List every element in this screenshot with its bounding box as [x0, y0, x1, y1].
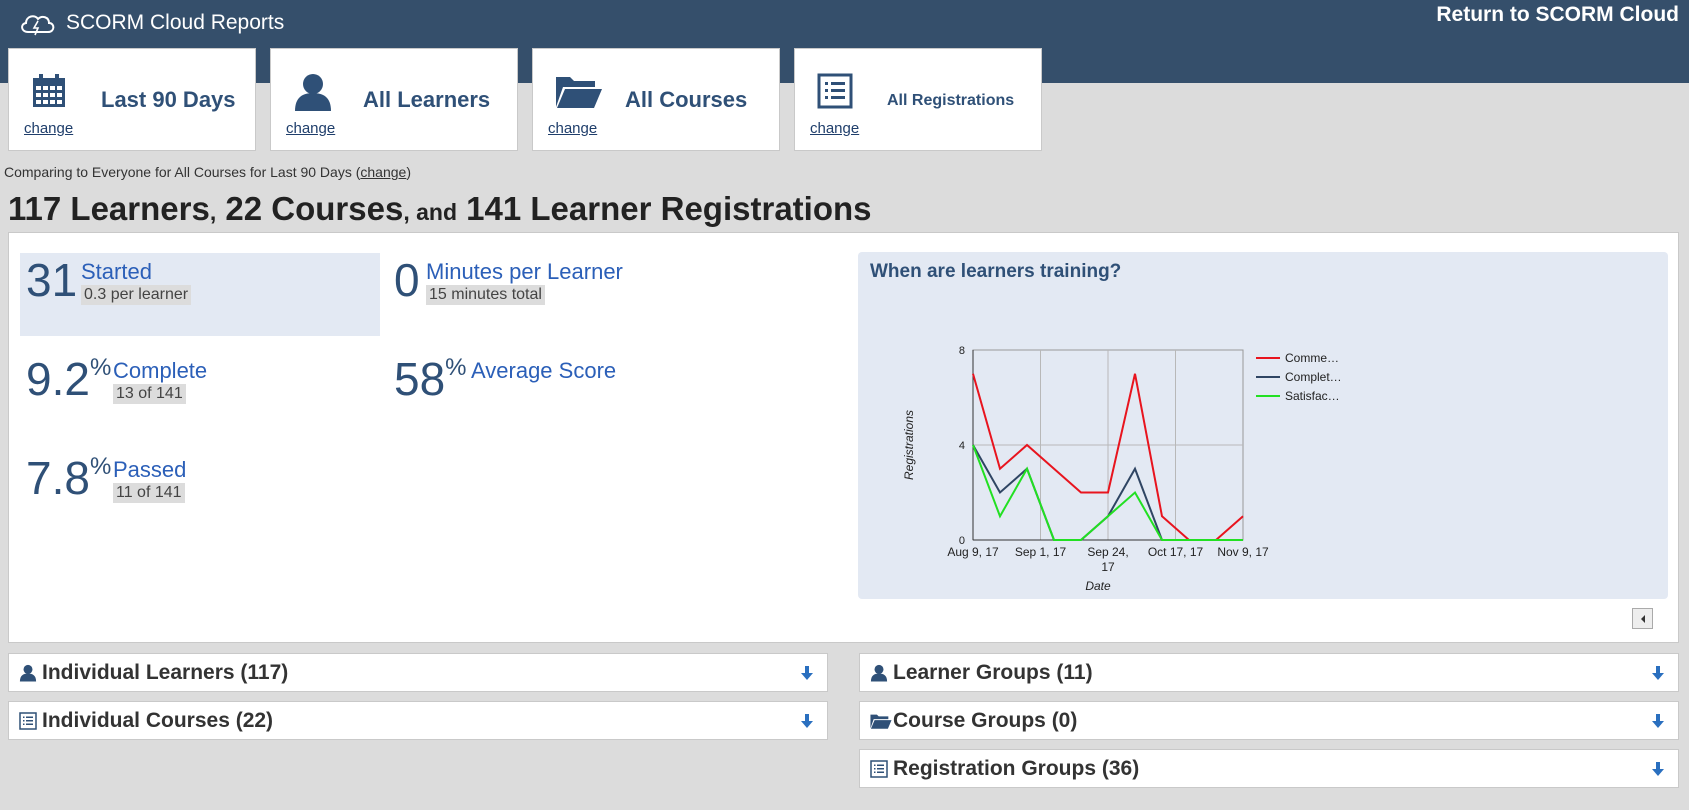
- section-course-groups[interactable]: Course Groups (0): [859, 701, 1679, 740]
- change-comparison-link[interactable]: change: [360, 164, 406, 180]
- filter-card-registrations[interactable]: All Registrations change: [794, 48, 1042, 151]
- stat-started-label: Started: [81, 259, 152, 284]
- stat-score-value: 58%: [394, 353, 467, 405]
- stat-complete-value: 9.2%: [26, 353, 112, 405]
- legend-label: Comme…: [1285, 351, 1339, 365]
- stat-average-score[interactable]: 58% Average Score: [388, 352, 788, 435]
- headline-learners: 117 Learners: [8, 190, 210, 227]
- stat-started[interactable]: 31 Started 0.3 per learner: [20, 253, 380, 336]
- section-title: Registration Groups (36): [893, 757, 1140, 780]
- x-tick-label: 17: [1101, 560, 1115, 574]
- cloud-logo-icon: [21, 15, 55, 36]
- filter-label-courses: All Courses: [625, 87, 748, 112]
- filter-label-date: Last 90 Days: [101, 87, 236, 112]
- x-tick-label: Aug 9, 17: [947, 545, 999, 559]
- calendar-icon: [33, 74, 65, 107]
- section-title: Course Groups (0): [893, 709, 1078, 732]
- x-tick-label: Oct 17, 17: [1148, 545, 1204, 559]
- filter-label-learners: All Learners: [363, 87, 491, 112]
- x-tick-label: Sep 24,: [1087, 545, 1128, 559]
- expand-arrow-icon[interactable]: [1650, 761, 1666, 777]
- section-individual-courses[interactable]: Individual Courses (22): [8, 701, 828, 740]
- stat-started-sub: 0.3 per learner: [81, 285, 192, 305]
- expand-arrow-icon[interactable]: [1650, 665, 1666, 681]
- list-icon: [817, 73, 853, 109]
- list-icon: [870, 760, 888, 778]
- person-icon: [19, 664, 37, 682]
- stat-passed-label: Passed: [113, 457, 187, 482]
- filter-label-registrations: All Registrations: [887, 92, 1015, 109]
- comparison-text: Comparing to Everyone for All Courses fo…: [4, 164, 411, 180]
- list-icon: [19, 712, 37, 730]
- section-individual-learners[interactable]: Individual Learners (117): [8, 653, 828, 692]
- stat-passed-sub: 11 of 141: [113, 483, 185, 503]
- stats-panel: 31 Started 0.3 per learner 0 Minutes per…: [8, 232, 1679, 643]
- caret-left-icon: [1641, 615, 1645, 623]
- section-learner-groups[interactable]: Learner Groups (11): [859, 653, 1679, 692]
- stat-passed-value: 7.8%: [26, 452, 112, 504]
- section-title: Learner Groups (11): [893, 661, 1093, 684]
- stat-minutes-label: Minutes per Learner: [426, 259, 623, 284]
- stat-passed[interactable]: 7.8% Passed 11 of 141: [20, 451, 380, 534]
- app-title: SCORM Cloud Reports: [66, 11, 285, 34]
- filter-card-courses[interactable]: All Courses change: [532, 48, 780, 151]
- headline-courses: 22 Courses: [225, 190, 404, 227]
- expand-arrow-icon[interactable]: [799, 713, 815, 729]
- stat-complete-sub: 13 of 141: [113, 384, 186, 404]
- brand[interactable]: SCORM Cloud Reports: [18, 8, 284, 38]
- collapse-chart-button[interactable]: [1632, 608, 1653, 629]
- change-courses-link[interactable]: change: [548, 120, 597, 137]
- change-registrations-link[interactable]: change: [810, 120, 859, 137]
- section-title: Individual Courses (22): [42, 709, 274, 732]
- change-date-link[interactable]: change: [24, 120, 73, 137]
- person-icon: [295, 74, 331, 111]
- stat-complete[interactable]: 9.2% Complete 13 of 141: [20, 352, 380, 435]
- filter-card-date[interactable]: Last 90 Days change: [8, 48, 256, 151]
- stat-score-label: Average Score: [471, 358, 617, 383]
- summary-headline: 117 Learners, 22 Courses, and 141 Learne…: [8, 190, 872, 227]
- return-to-scorm-cloud-link[interactable]: Return to SCORM Cloud: [1436, 3, 1679, 27]
- y-axis-title: Registrations: [902, 410, 916, 480]
- folder-icon: [556, 77, 602, 108]
- y-tick-label: 4: [959, 440, 965, 452]
- section-registration-groups[interactable]: Registration Groups (36): [859, 749, 1679, 788]
- stat-minutes-sub: 15 minutes total: [426, 285, 545, 305]
- expand-arrow-icon[interactable]: [1650, 713, 1666, 729]
- training-chart-box: When are learners training? 0 4 8 Aug 9, 17…: [858, 252, 1668, 599]
- y-tick-label: 8: [959, 345, 965, 357]
- stat-minutes-value: 0: [394, 254, 420, 306]
- stat-started-value: 31: [26, 254, 78, 306]
- stat-complete-label: Complete: [113, 358, 208, 383]
- training-line-chart: 048Aug 9, 17 Sep 1, 17 Sep 24,17Oct 17, 17…: [902, 345, 1342, 593]
- legend-label: Satisfac…: [1285, 389, 1340, 403]
- headline-registrations: 141 Learner Registrations: [466, 190, 872, 227]
- filter-card-learners[interactable]: All Learners change: [270, 48, 518, 151]
- section-title: Individual Learners (117): [42, 661, 289, 684]
- x-tick-label: Nov 9, 17: [1217, 545, 1269, 559]
- x-tick-label: Sep 1, 17: [1015, 545, 1067, 559]
- person-icon: [870, 664, 888, 682]
- expand-arrow-icon[interactable]: [799, 665, 815, 681]
- legend-label: Complet…: [1285, 370, 1342, 384]
- folder-icon: [870, 714, 892, 729]
- stat-minutes[interactable]: 0 Minutes per Learner 15 minutes total: [388, 253, 788, 336]
- change-learners-link[interactable]: change: [286, 120, 335, 137]
- x-axis-title: Date: [1085, 579, 1111, 593]
